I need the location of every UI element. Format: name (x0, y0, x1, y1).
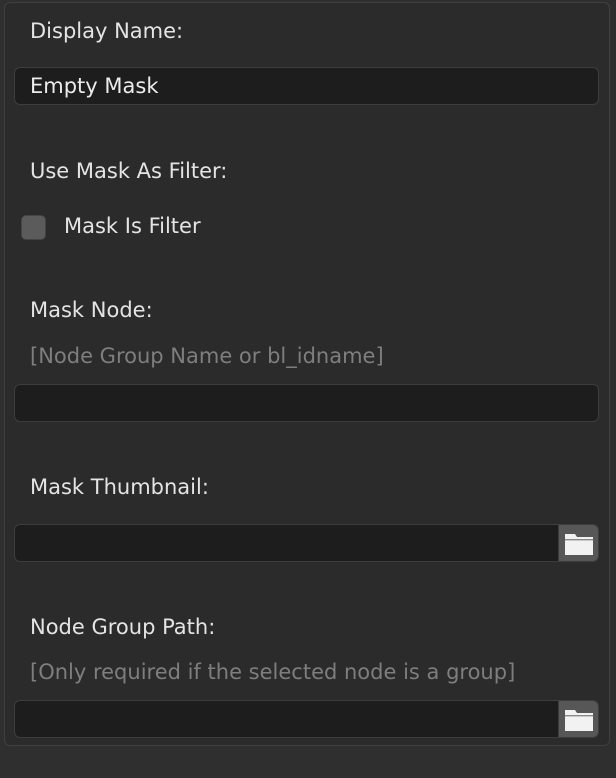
folder-icon (564, 710, 593, 731)
mask-is-filter-checkbox[interactable] (21, 215, 46, 240)
node-group-path-hint: [Only required if the selected node is a… (30, 660, 516, 684)
mask-thumbnail-browse-button[interactable] (558, 525, 598, 561)
node-group-path-field[interactable] (14, 700, 599, 738)
mask-node-field[interactable] (14, 384, 599, 422)
mask-thumbnail-label: Mask Thumbnail: (30, 475, 209, 499)
mask-settings-panel: Display Name: Empty Mask Use Mask As Fil… (4, 2, 610, 746)
display-name-value: Empty Mask (30, 74, 159, 98)
display-name-field[interactable]: Empty Mask (14, 67, 599, 105)
node-group-path-browse-button[interactable] (558, 701, 598, 737)
mask-node-label: Mask Node: (30, 298, 153, 322)
mask-thumbnail-field[interactable] (14, 524, 599, 562)
display-name-label: Display Name: (30, 19, 184, 43)
folder-icon (564, 534, 593, 555)
mask-is-filter-label[interactable]: Mask Is Filter (64, 214, 201, 238)
use-mask-as-filter-label: Use Mask As Filter: (30, 159, 228, 183)
mask-node-hint: [Node Group Name or bl_idname] (30, 344, 384, 368)
node-group-path-label: Node Group Path: (30, 615, 216, 639)
